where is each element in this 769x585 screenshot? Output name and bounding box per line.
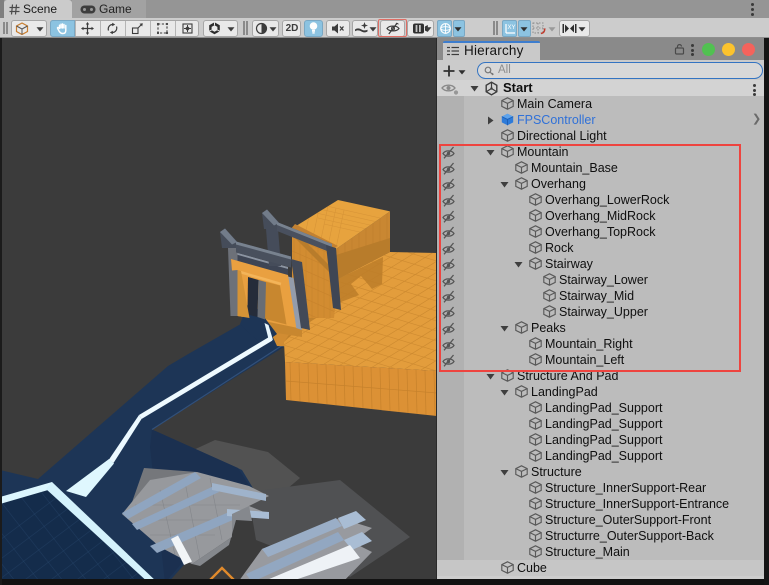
svg-text:XY: XY [508, 25, 516, 31]
